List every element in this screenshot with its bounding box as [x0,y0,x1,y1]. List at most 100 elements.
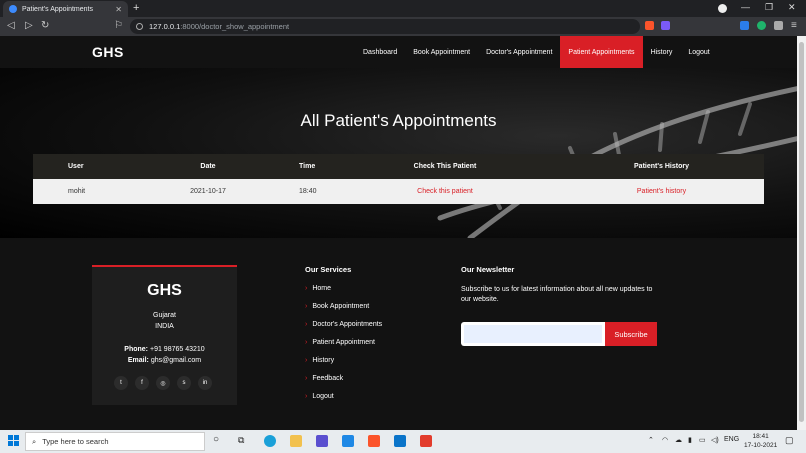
pdf-reader-icon[interactable] [420,435,432,447]
taskbar-search[interactable]: ⌕ Type here to search [25,432,205,451]
forward-icon[interactable]: ▷ [25,20,33,31]
nav-book-appointment[interactable]: Book Appointment [405,36,478,68]
chevron-right-icon: › [305,303,308,310]
footer-address: Gujarat INDIA [92,310,237,332]
table-header: User Date Time Check This Patient Patien… [33,154,764,179]
back-icon[interactable]: ◁ [7,20,15,31]
skype-icon[interactable]: s [177,376,191,390]
site-navbar: GHS Dashboard Book Appointment Doctor's … [0,36,797,68]
close-tab-icon[interactable]: ✕ [115,5,122,14]
cell-date: 2021-10-17 [190,188,226,195]
newsletter-text: Subscribe to us for latest information a… [461,286,653,303]
facebook-icon[interactable]: f [135,376,149,390]
battery-icon[interactable]: ▭ [699,436,706,444]
cloud-icon[interactable]: ☁ [675,436,682,444]
phone-label: Phone: [124,346,149,353]
table-row: mohit 2021-10-17 18:40 Check this patien… [33,179,764,204]
search-icon: ⌕ [32,436,37,446]
nav-doctors-appointment[interactable]: Doctor's Appointment [478,36,560,68]
page-title: All Patient's Appointments [300,111,497,130]
footer-state: Gujarat [153,312,176,319]
nav-patient-appointments[interactable]: Patient Appointments [560,36,643,68]
menu-icon[interactable]: ≡ [791,20,797,31]
volume-icon[interactable]: ◁) [711,436,719,444]
address-bar[interactable]: 127.0.0.1 :8000/doctor_show_appointment [130,19,640,34]
browser-tab[interactable]: Patient's Appointments ✕ [3,1,128,17]
linkedin-icon[interactable]: in [198,376,212,390]
bookmark-icon[interactable]: ⚐ [114,20,123,31]
minimize-icon[interactable]: — [741,2,750,12]
header-history: Patient's History [634,163,689,170]
file-explorer-icon[interactable] [290,435,302,447]
service-link-book-appointment[interactable]: › Book Appointment [305,303,382,310]
mail-icon[interactable] [394,435,406,447]
puzzle-icon[interactable] [774,21,783,30]
email-value: ghs@gmail.com [150,357,202,364]
nav-logout[interactable]: Logout [680,36,717,68]
hero-banner: All Patient's Appointments User Date Tim… [0,68,797,238]
chevron-up-icon[interactable]: ⌃ [648,436,654,444]
dna-background-image [437,86,797,238]
footer-contact-card: GHS Gujarat INDIA Phone: +91 98765 43210… [92,265,237,405]
header-user: User [68,163,84,170]
header-check: Check This Patient [413,163,477,170]
scrollbar-thumb[interactable] [799,42,804,422]
service-link-doctors-appointments[interactable]: › Doctor's Appointments [305,321,382,328]
newsletter-heading: Our Newsletter [461,265,515,274]
app-icon[interactable] [316,435,328,447]
email-label: Email: [127,357,149,364]
header-date: Date [200,163,216,170]
browser-toolbar: ◁ ▷ ↻ ⚐ 127.0.0.1 :8000/doctor_show_appo… [0,17,806,36]
clock-time: 18:41 [752,433,769,440]
twitter-icon[interactable]: t [114,376,128,390]
chevron-right-icon: › [305,321,308,328]
subscribe-button[interactable]: Subscribe [605,322,657,346]
social-links: t f ◎ s in [114,376,212,390]
site-info-icon[interactable] [136,23,143,30]
brave-shield-icon[interactable] [645,21,654,30]
check-patient-link[interactable]: Check this patient [417,188,473,195]
chevron-right-icon: › [305,339,308,346]
site-brand[interactable]: GHS [92,44,124,60]
download-icon[interactable] [740,21,749,30]
reload-icon[interactable]: ↻ [41,20,49,31]
nav-dashboard[interactable]: Dashboard [355,36,405,68]
maximize-icon[interactable]: ❐ [765,2,773,13]
profile-icon[interactable] [718,4,727,13]
windows-start-icon[interactable] [8,435,19,446]
edge-icon[interactable] [264,435,276,447]
service-link-history[interactable]: › History [305,357,382,364]
nav-menu: Dashboard Book Appointment Doctor's Appo… [355,36,718,68]
language-indicator[interactable]: ENG [724,436,739,443]
microphone-icon[interactable]: ▮ [688,436,692,444]
instagram-icon[interactable]: ◎ [156,376,170,390]
vscode-icon[interactable] [342,435,354,447]
brave-icon[interactable] [368,435,380,447]
web-page: GHS Dashboard Book Appointment Doctor's … [0,36,797,430]
services-section: Our Services › Home › Book Appointment › Do… [305,265,382,411]
taskbar-clock[interactable]: 18:41 17-10-2021 [744,432,777,450]
patient-history-link[interactable]: Patient's history [637,188,686,195]
newsletter-form: Subscribe [461,322,657,346]
header-time: Time [299,163,316,170]
brave-rewards-icon[interactable] [661,21,670,30]
cortana-icon[interactable]: ○ [213,434,219,445]
url-host: 127.0.0.1 [149,22,181,31]
task-view-icon[interactable]: ⧉ [238,435,244,446]
cell-user: mohit [68,188,86,195]
service-link-logout[interactable]: › Logout [305,393,382,400]
service-link-patient-appointment[interactable]: › Patient Appointment [305,339,382,346]
extension-icon[interactable] [757,21,766,30]
notifications-icon[interactable]: ▢ [785,435,794,446]
service-link-home[interactable]: › Home [305,285,382,292]
phone-value: +91 98765 43210 [149,346,205,353]
close-window-icon[interactable]: ✕ [788,2,796,13]
newsletter-email-input[interactable] [464,325,602,343]
service-link-feedback[interactable]: › Feedback [305,375,382,382]
nav-history[interactable]: History [643,36,681,68]
page-scrollbar[interactable] [797,36,806,430]
new-tab-icon[interactable]: + [133,2,139,14]
windows-taskbar: ⌕ Type here to search ○ ⧉ ⌃ ◠ ☁ ▮ ▭ ◁) E… [0,430,806,453]
footer-country: INDIA [155,323,174,330]
network-icon[interactable]: ◠ [662,436,668,444]
